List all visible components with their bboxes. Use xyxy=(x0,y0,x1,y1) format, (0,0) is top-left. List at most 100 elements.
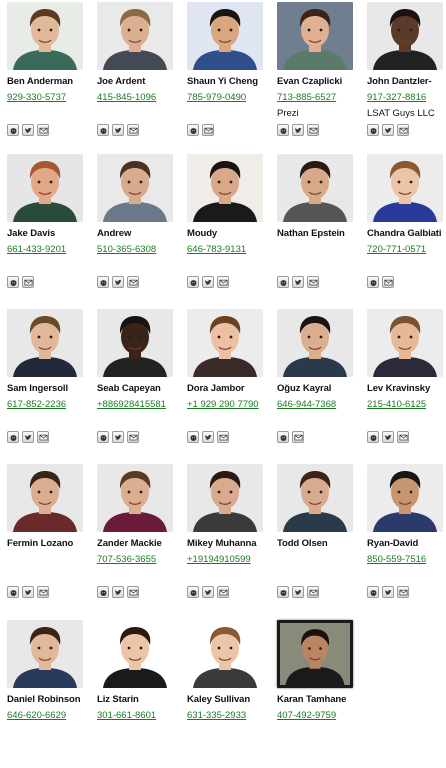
twitter-icon[interactable] xyxy=(112,586,124,598)
person-card: Moudy 646-783-9131 xyxy=(185,152,265,302)
phone-link[interactable]: 917-327-8816 xyxy=(367,92,426,103)
email-icon[interactable] xyxy=(397,431,409,443)
github-icon[interactable] xyxy=(187,431,199,443)
twitter-icon[interactable] xyxy=(202,586,214,598)
portrait-drawing xyxy=(187,154,263,222)
twitter-icon[interactable] xyxy=(112,124,124,136)
email-icon[interactable] xyxy=(292,431,304,443)
email-icon[interactable] xyxy=(127,586,139,598)
twitter-icon[interactable] xyxy=(382,586,394,598)
github-icon[interactable] xyxy=(187,124,199,136)
twitter-icon[interactable] xyxy=(22,586,34,598)
phone-link[interactable]: +19194910599 xyxy=(187,554,251,565)
github-icon[interactable] xyxy=(277,276,289,288)
person-name: Seab Capeyan xyxy=(97,383,161,394)
phone-link[interactable]: 929-330-5737 xyxy=(7,92,66,103)
twitter-icon[interactable] xyxy=(112,276,124,288)
portrait-drawing xyxy=(367,2,443,70)
github-icon[interactable] xyxy=(7,586,19,598)
person-name: Moudy xyxy=(187,228,218,239)
github-icon[interactable] xyxy=(7,276,19,288)
email-icon[interactable] xyxy=(307,276,319,288)
email-icon[interactable] xyxy=(397,586,409,598)
email-icon[interactable] xyxy=(217,431,229,443)
github-icon[interactable] xyxy=(277,124,289,136)
phone-link[interactable]: 646-620-6629 xyxy=(7,710,66,721)
email-icon[interactable] xyxy=(307,586,319,598)
phone-link[interactable]: 713-885-6527 xyxy=(277,92,336,103)
twitter-icon[interactable] xyxy=(202,276,214,288)
person-name: Zander Mackie xyxy=(97,538,162,549)
twitter-icon[interactable] xyxy=(202,431,214,443)
phone-link[interactable]: 646-783-9131 xyxy=(187,244,246,255)
person-card: Ben Anderman 929-330-5737 xyxy=(5,0,85,150)
email-icon[interactable] xyxy=(217,276,229,288)
phone-link[interactable]: 415-845-1096 xyxy=(97,92,156,103)
portrait-drawing xyxy=(97,154,173,222)
social-links xyxy=(367,276,394,288)
social-links xyxy=(187,431,229,443)
phone-link[interactable]: 850-559-7516 xyxy=(367,554,426,565)
person-card: Ryan-David 850-559-7516 xyxy=(365,462,445,612)
person-name: Mikey Muhanna xyxy=(187,538,257,549)
github-icon[interactable] xyxy=(367,276,379,288)
twitter-icon[interactable] xyxy=(382,124,394,136)
phone-link[interactable]: 407-492-9759 xyxy=(277,710,336,721)
github-icon[interactable] xyxy=(367,431,379,443)
phone-link[interactable]: 646-944-7368 xyxy=(277,399,336,410)
twitter-icon[interactable] xyxy=(22,124,34,136)
phone-link[interactable]: 301-661-8601 xyxy=(97,710,156,721)
email-icon[interactable] xyxy=(37,124,49,136)
github-icon[interactable] xyxy=(97,276,109,288)
email-icon[interactable] xyxy=(127,124,139,136)
social-links xyxy=(367,431,409,443)
email-icon[interactable] xyxy=(217,586,229,598)
phone-link[interactable]: 617-852-2236 xyxy=(7,399,66,410)
phone-link[interactable]: 215-410-6125 xyxy=(367,399,426,410)
github-icon[interactable] xyxy=(277,586,289,598)
portrait-drawing xyxy=(97,620,173,688)
email-icon[interactable] xyxy=(202,124,214,136)
github-icon[interactable] xyxy=(7,124,19,136)
github-icon[interactable] xyxy=(97,124,109,136)
email-icon[interactable] xyxy=(22,276,34,288)
phone-link[interactable]: 720-771-0571 xyxy=(367,244,426,255)
person-name: Jake Davis xyxy=(7,228,56,239)
phone-link[interactable]: 707-536-3655 xyxy=(97,554,156,565)
person-name: Todd Olsen xyxy=(277,538,328,549)
person-card: Karan Tamhane 407-492-9759 xyxy=(275,618,355,768)
email-icon[interactable] xyxy=(37,586,49,598)
twitter-icon[interactable] xyxy=(22,431,34,443)
email-icon[interactable] xyxy=(127,276,139,288)
email-icon[interactable] xyxy=(382,276,394,288)
github-icon[interactable] xyxy=(187,276,199,288)
phone-link[interactable]: +886928415581 xyxy=(97,399,166,410)
github-icon[interactable] xyxy=(97,586,109,598)
email-icon[interactable] xyxy=(307,124,319,136)
github-icon[interactable] xyxy=(367,124,379,136)
twitter-icon[interactable] xyxy=(382,431,394,443)
twitter-icon[interactable] xyxy=(112,431,124,443)
phone-link[interactable]: 510-365-6308 xyxy=(97,244,156,255)
github-icon[interactable] xyxy=(367,586,379,598)
email-icon[interactable] xyxy=(397,124,409,136)
github-icon[interactable] xyxy=(187,586,199,598)
phone-link[interactable]: 785-979-0490 xyxy=(187,92,246,103)
person-card: John Dantzler- 917-327-8816 LSAT Guys LLC xyxy=(365,0,445,150)
email-icon[interactable] xyxy=(127,431,139,443)
github-icon[interactable] xyxy=(97,431,109,443)
github-icon[interactable] xyxy=(277,431,289,443)
avatar xyxy=(7,464,83,532)
avatar xyxy=(7,2,83,70)
twitter-icon[interactable] xyxy=(292,586,304,598)
portrait-drawing xyxy=(97,2,173,70)
social-links xyxy=(277,276,319,288)
phone-link[interactable]: 661-433-9201 xyxy=(7,244,66,255)
github-icon[interactable] xyxy=(7,431,19,443)
social-links xyxy=(187,276,229,288)
phone-link[interactable]: +1 929 290 7790 xyxy=(187,399,259,410)
twitter-icon[interactable] xyxy=(292,276,304,288)
twitter-icon[interactable] xyxy=(292,124,304,136)
email-icon[interactable] xyxy=(37,431,49,443)
phone-link[interactable]: 631-335-2933 xyxy=(187,710,246,721)
